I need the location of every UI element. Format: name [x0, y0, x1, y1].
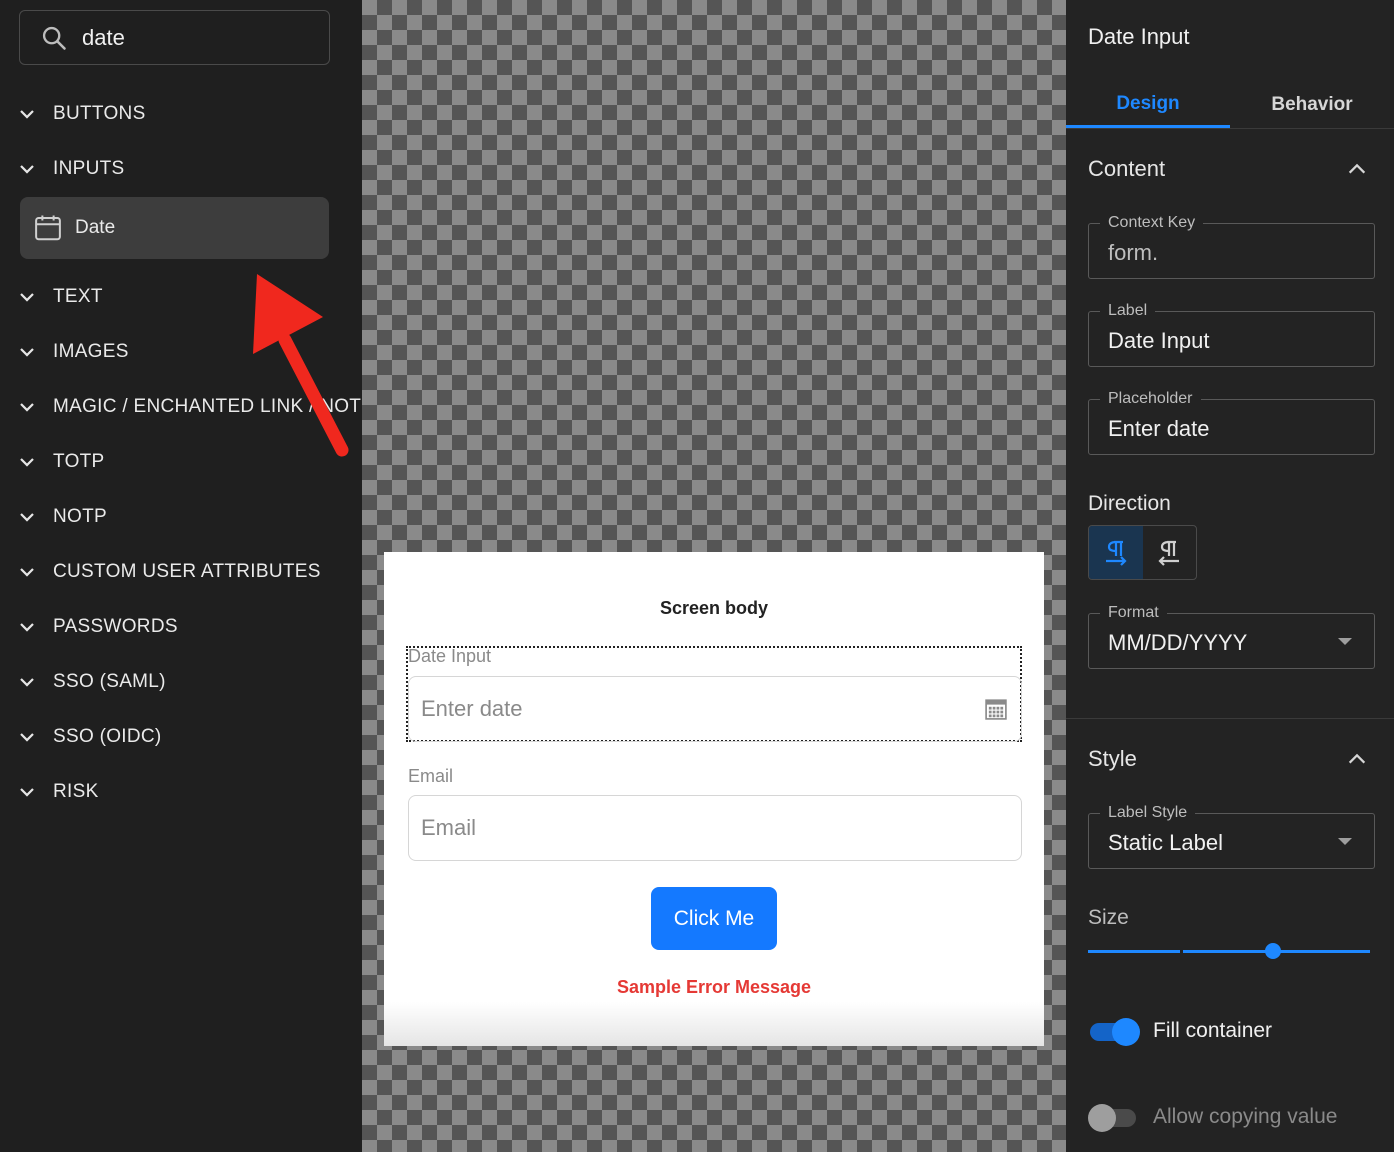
- category-label: SSO (OIDC): [53, 726, 162, 747]
- section-content-title: Content: [1088, 156, 1166, 181]
- component-item-label: Date: [75, 217, 116, 238]
- label-field[interactable]: Label Date Input: [1088, 302, 1375, 367]
- size-slider-tick: [1180, 949, 1183, 954]
- category-passwords[interactable]: PASSWORDS: [18, 612, 178, 642]
- category-label: SSO (SAML): [53, 671, 166, 692]
- tabs-divider: [1066, 128, 1394, 129]
- screen-preview[interactable]: Screen body Date Input Enter date Email …: [384, 552, 1044, 1046]
- category-notp[interactable]: NOTP: [18, 502, 107, 532]
- size-label: Size: [1088, 906, 1129, 929]
- size-slider[interactable]: [1088, 943, 1370, 959]
- placeholder-field[interactable]: Placeholder Enter date: [1088, 390, 1375, 455]
- direction-rtl-button[interactable]: [1143, 526, 1197, 579]
- chevron-down-icon: [20, 678, 34, 687]
- ltr-direction-icon: [1105, 540, 1127, 566]
- fill-container-label: Fill container: [1153, 1019, 1273, 1042]
- rtl-direction-icon: [1158, 540, 1180, 566]
- category-inputs[interactable]: INPUTS: [18, 154, 124, 184]
- date-input-label: Date Input: [408, 646, 492, 666]
- category-label: IMAGES: [53, 341, 129, 362]
- fill-container-toggle[interactable]: [1088, 1018, 1140, 1046]
- direction-ltr-button[interactable]: [1089, 526, 1143, 579]
- label-style-select[interactable]: Label Style Static Label: [1088, 804, 1375, 869]
- placeholder-field-label: Placeholder: [1100, 390, 1201, 408]
- direction-toggle-group: [1088, 525, 1197, 580]
- toggle-knob: [1088, 1104, 1116, 1132]
- section-style-title: Style: [1088, 746, 1137, 771]
- click-me-button[interactable]: Click Me: [651, 887, 777, 950]
- component-sidebar: BUTTONS INPUTS Date TEXT IMAGES MAGIC / …: [0, 0, 374, 1152]
- section-divider: [1066, 718, 1394, 719]
- category-custom-user-attributes[interactable]: CUSTOM USER ATTRIBUTES: [18, 557, 321, 587]
- date-input-placeholder: Enter date: [421, 696, 523, 721]
- allow-copying-toggle[interactable]: [1088, 1104, 1140, 1132]
- date-input-field[interactable]: Enter date: [408, 676, 1022, 742]
- context-key-value: form.: [1108, 240, 1159, 265]
- category-risk[interactable]: RISK: [18, 777, 99, 807]
- annotation-arrow-icon: [253, 274, 349, 457]
- search-box[interactable]: [19, 10, 330, 65]
- label-style-value: Static Label: [1108, 830, 1223, 855]
- chevron-down-icon: [20, 348, 34, 357]
- panel-title: Date Input: [1088, 24, 1190, 49]
- format-label: Format: [1100, 604, 1167, 622]
- chevron-up-icon[interactable]: [1346, 158, 1368, 180]
- label-field-label: Label: [1100, 302, 1156, 320]
- category-label: INPUTS: [53, 158, 125, 179]
- dropdown-triangle-icon: [1338, 838, 1352, 845]
- chevron-down-icon: [20, 165, 34, 174]
- category-label: CUSTOM USER ATTRIBUTES: [53, 561, 321, 582]
- dropdown-triangle-icon: [1338, 638, 1352, 645]
- chevron-down-icon: [20, 568, 34, 577]
- search-icon: [42, 26, 66, 50]
- screen-fade: [384, 1002, 1044, 1046]
- format-value: MM/DD/YYYY: [1108, 630, 1248, 655]
- calendar-icon: [35, 215, 61, 241]
- category-totp[interactable]: TOTP: [18, 447, 105, 477]
- label-style-label: Label Style: [1100, 804, 1196, 822]
- chevron-down-icon: [20, 458, 34, 467]
- tab-behavior[interactable]: Behavior: [1230, 82, 1394, 128]
- chevron-down-icon: [20, 513, 34, 522]
- category-label: RISK: [53, 781, 99, 802]
- calendar-icon: [985, 699, 1007, 720]
- placeholder-field-value: Enter date: [1108, 416, 1210, 441]
- error-message: Sample Error Message: [616, 977, 812, 997]
- category-label: PASSWORDS: [53, 616, 178, 637]
- chevron-down-icon: [20, 403, 34, 412]
- email-field[interactable]: Email: [408, 795, 1022, 861]
- chevron-up-icon[interactable]: [1346, 748, 1368, 770]
- screen-title: Screen body: [659, 598, 769, 618]
- chevron-down-icon: [20, 110, 34, 119]
- context-key-field[interactable]: Context Key form.: [1088, 214, 1375, 279]
- chevron-down-icon: [20, 293, 34, 302]
- toggle-knob: [1112, 1018, 1140, 1046]
- tab-design[interactable]: Design: [1066, 82, 1230, 128]
- category-sso-saml[interactable]: SSO (SAML): [18, 667, 166, 697]
- label-field-value: Date Input: [1108, 328, 1210, 353]
- context-key-label: Context Key: [1100, 214, 1204, 232]
- component-item-date[interactable]: Date: [20, 197, 329, 259]
- chevron-down-icon: [20, 788, 34, 797]
- email-placeholder: Email: [421, 815, 477, 840]
- category-label: TOTP: [53, 451, 105, 472]
- category-images[interactable]: IMAGES: [18, 337, 129, 367]
- category-label: NOTP: [53, 506, 107, 527]
- category-text[interactable]: TEXT: [18, 282, 103, 312]
- category-sso-oidc[interactable]: SSO (OIDC): [18, 722, 162, 752]
- direction-label: Direction: [1088, 492, 1171, 515]
- allow-copying-label: Allow copying value: [1153, 1105, 1338, 1128]
- category-label: TEXT: [53, 286, 103, 307]
- category-label: BUTTONS: [53, 103, 146, 124]
- format-select[interactable]: Format MM/DD/YYYY: [1088, 604, 1375, 669]
- properties-panel: Date Input Design Behavior Content Conte…: [1066, 0, 1394, 1152]
- category-buttons[interactable]: BUTTONS: [18, 99, 146, 129]
- size-slider-track: [1088, 950, 1370, 953]
- email-label: Email: [408, 766, 454, 786]
- chevron-down-icon: [20, 733, 34, 742]
- size-slider-thumb[interactable]: [1265, 943, 1281, 959]
- chevron-down-icon: [20, 623, 34, 632]
- search-input[interactable]: [82, 24, 302, 51]
- design-canvas[interactable]: Screen body Date Input Enter date Email …: [362, 0, 1066, 1152]
